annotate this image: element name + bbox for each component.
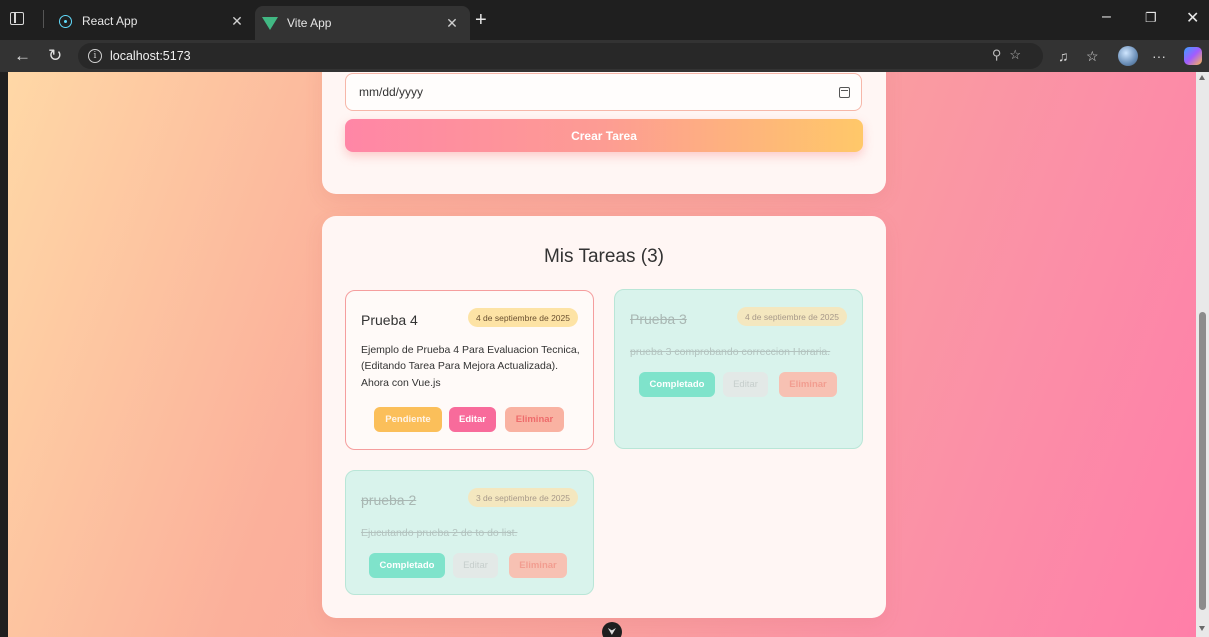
page-scrollbar[interactable] — [1196, 72, 1209, 637]
favorites-icon[interactable]: ☆ — [1086, 48, 1099, 65]
tab-vite-app[interactable]: Vite App ✕ — [255, 6, 470, 40]
task-card: Prueba 4 4 de septiembre de 2025 Ejemplo… — [345, 290, 594, 450]
due-date-input[interactable]: mm/dd/yyyy — [345, 73, 862, 111]
edit-button[interactable]: Editar — [453, 553, 498, 578]
task-list-heading: Mis Tareas (3) — [543, 246, 664, 267]
edit-button[interactable]: Editar — [723, 372, 768, 397]
task-card: prueba 2 3 de septiembre de 2025 Ejucuta… — [345, 470, 594, 595]
task-card: Prueba 3 4 de septiembre de 2025 prueba … — [614, 289, 863, 449]
refresh-icon[interactable]: ↻ — [48, 46, 62, 66]
page-viewport: mm/dd/yyyy Crear Tarea Mis Tareas (3) Pr… — [8, 72, 1196, 637]
delete-button[interactable]: Eliminar — [509, 553, 567, 578]
more-options-icon[interactable]: ··· — [1152, 48, 1166, 64]
zoom-favorite-icons[interactable]: ⚲☆ — [992, 47, 1029, 63]
task-description: Ejucutando prueba 2 de to do list. — [361, 527, 518, 539]
address-bar[interactable]: i localhost:5173 ⚲☆ — [78, 43, 1043, 69]
status-completed-button[interactable]: Completado — [369, 553, 445, 578]
task-date-badge: 3 de septiembre de 2025 — [467, 488, 578, 507]
calendar-icon[interactable] — [839, 87, 850, 98]
task-date-badge: 4 de septiembre de 2025 — [736, 307, 847, 326]
divider — [43, 10, 44, 28]
tab-title: Vite App — [287, 16, 332, 30]
delete-button[interactable]: Eliminar — [505, 407, 564, 432]
task-description: Ejemplo de Prueba 4 Para Evaluacion Tecn… — [361, 344, 580, 389]
task-title: Prueba 3 — [630, 311, 687, 327]
sidebar-toggle-icon[interactable] — [10, 12, 24, 25]
close-tab-icon[interactable]: ✕ — [442, 15, 462, 32]
scroll-down-icon[interactable]: ⮟ — [602, 622, 622, 637]
address-bar-row: ← ↻ i localhost:5173 ⚲☆ ♫ ☆ ··· — [0, 40, 1209, 72]
status-pending-button[interactable]: Pendiente — [374, 407, 442, 432]
scroll-down-arrow-icon[interactable] — [1199, 626, 1205, 631]
task-list-panel: Mis Tareas (3) Prueba 4 4 de septiembre … — [322, 216, 886, 618]
vue-icon — [262, 16, 278, 30]
create-task-button[interactable]: Crear Tarea — [345, 119, 863, 152]
restore-icon[interactable]: ❐ — [1145, 10, 1157, 26]
copilot-icon[interactable] — [1184, 47, 1202, 65]
browser-tab-bar: React App ✕ Vite App ✕ + – ❐ ✕ — [0, 0, 1209, 40]
task-form-panel: mm/dd/yyyy Crear Tarea — [322, 72, 886, 194]
back-icon[interactable]: ← — [14, 46, 31, 66]
scrollbar-thumb[interactable] — [1199, 312, 1206, 610]
tab-title: React App — [82, 14, 138, 28]
profile-avatar[interactable] — [1118, 46, 1138, 66]
task-date-badge: 4 de septiembre de 2025 — [467, 308, 578, 327]
close-window-icon[interactable]: ✕ — [1186, 8, 1199, 28]
date-placeholder: mm/dd/yyyy — [359, 85, 424, 99]
react-icon — [58, 14, 72, 28]
edit-button[interactable]: Editar — [449, 407, 496, 432]
url-text: localhost:5173 — [110, 49, 191, 63]
task-title: Prueba 4 — [361, 312, 418, 328]
scroll-up-arrow-icon[interactable] — [1199, 75, 1205, 80]
minimize-icon[interactable]: – — [1102, 8, 1111, 26]
delete-button[interactable]: Eliminar — [779, 372, 837, 397]
new-tab-icon[interactable]: + — [475, 9, 487, 32]
task-description: prueba 3 comprobando correccion Horaria. — [630, 346, 831, 358]
tab-react-app[interactable]: React App ✕ — [50, 6, 255, 36]
close-tab-icon[interactable]: ✕ — [227, 13, 247, 30]
status-completed-button[interactable]: Completado — [639, 372, 715, 397]
site-info-icon[interactable]: i — [88, 49, 102, 63]
task-title: prueba 2 — [361, 492, 417, 508]
read-aloud-icon[interactable]: ♫ — [1058, 48, 1069, 64]
